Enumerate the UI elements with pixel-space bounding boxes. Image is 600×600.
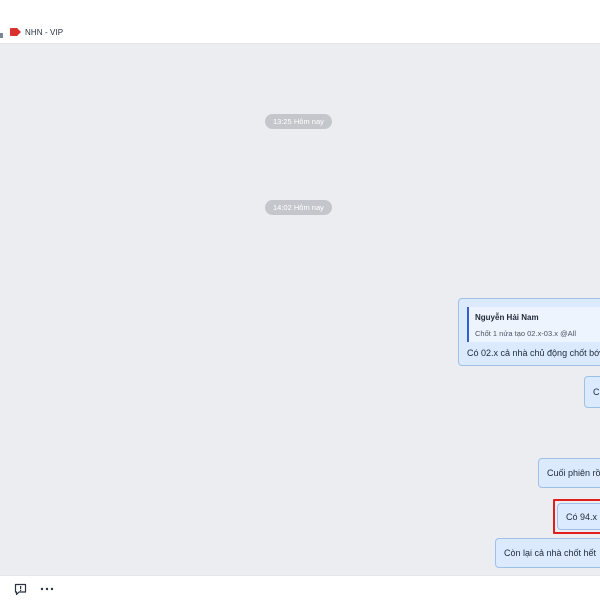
message-bubble[interactable]: Cuối phiên rồ — [538, 458, 600, 488]
composer-toolbar — [0, 575, 600, 600]
quoted-author: Nguyễn Hải Nam — [475, 313, 539, 322]
label-tag-icon — [10, 28, 21, 36]
message-text: Có 02.x cả nhà chủ động chốt bớ — [467, 348, 600, 358]
message-list[interactable]: 13:25 Hôm nay 14:02 Hôm nay Nguyễn Hải N… — [0, 44, 600, 575]
quoted-text: Chốt 1 nửa tạo 02.x-03.x @All — [475, 329, 577, 338]
message-text: Cuối phiên rồ — [547, 468, 600, 478]
message-bubble[interactable]: C — [584, 376, 600, 408]
timestamp-divider: 14:02 Hôm nay — [265, 200, 332, 215]
conversation-title: NHN - VIP — [25, 27, 64, 37]
message-bubble-reply[interactable]: Nguyễn Hải Nam Chốt 1 nửa tạo 02.x-03.x … — [458, 298, 600, 366]
more-options-icon — [40, 587, 54, 591]
message-bubble[interactable]: Còn lại cả nhà chốt hết — [495, 538, 600, 568]
message-text: C — [593, 387, 600, 397]
conversation-header: NHN - VIP — [0, 0, 600, 44]
highlight-box — [553, 499, 600, 534]
conversation-tag[interactable]: NHN - VIP — [10, 25, 63, 39]
quick-message-icon — [14, 583, 26, 595]
chat-window: NHN - VIP 13:25 Hôm nay 14:02 Hôm nay Ng… — [0, 0, 600, 600]
window-corner-mark — [0, 33, 3, 38]
message-text: Còn lại cả nhà chốt hết — [504, 548, 597, 558]
more-options-button[interactable] — [39, 581, 55, 597]
quick-message-button[interactable] — [12, 581, 28, 597]
timestamp-divider: 13:25 Hôm nay — [265, 114, 332, 129]
quoted-message[interactable]: Nguyễn Hải Nam Chốt 1 nửa tạo 02.x-03.x … — [467, 307, 600, 342]
